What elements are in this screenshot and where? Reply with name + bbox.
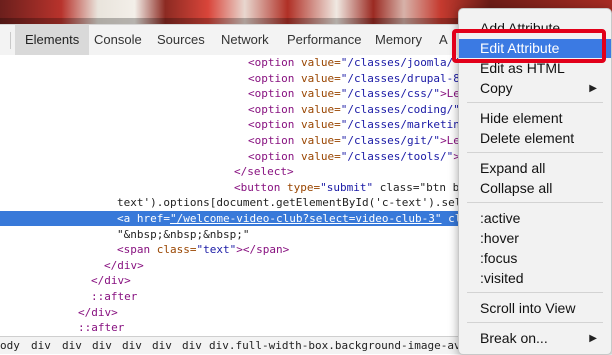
breadcrumb-item[interactable]: ody [0,337,20,354]
code-txt: >Le [440,134,460,147]
code-tag: <span [117,243,151,256]
code-txt: "&nbsp;&nbsp;&nbsp;" [117,228,250,241]
code-tag: <option [248,56,295,69]
menu-item-label: Collapse all [480,180,553,196]
menu-item-expand-all[interactable]: Expand all [459,159,611,178]
code-tag: ::after [91,290,138,303]
code-tag: <option [248,134,295,147]
code-tag: <option [248,72,295,85]
code-tag: </div> [78,306,118,319]
code-tag: ::after [78,321,125,334]
tab-performance[interactable]: Performance [287,25,361,55]
menu-item-scroll-into-view[interactable]: Scroll into View [459,299,611,318]
menu-item-copy[interactable]: Copy ▶ [459,79,611,98]
code-tag: </div> [104,259,144,272]
code-val: "/classes/css/" [340,87,441,100]
code-attr: value= [294,103,341,116]
menu-item-hide-element[interactable]: Hide element [459,109,611,128]
code-txt: >Le [440,87,460,100]
code-tag: </div> [91,274,131,287]
code-tag: <option [248,150,295,163]
tab-network[interactable]: Network [221,25,269,55]
code-txt: text').options[document.getElementById('… [117,196,462,209]
menu-item-label: Hide element [480,110,563,126]
menu-item-label: Scroll into View [480,300,576,316]
menu-item-collapse-all[interactable]: Collapse all [459,179,611,198]
code-val: "/classes/git/" [340,134,441,147]
code-attr: value= [294,150,341,163]
breadcrumb-item[interactable]: div [31,337,51,354]
code-tag: <option [248,103,295,116]
tab-sources[interactable]: Sources [157,25,205,55]
code-val: "/classes/tools/" [340,150,454,163]
menu-item-focus[interactable]: :focus [459,249,611,268]
code-attr: type= [280,181,321,194]
tab-memory[interactable]: Memory [375,25,422,55]
menu-separator [467,202,603,203]
code-attr: value= [294,87,341,100]
menu-item-visited[interactable]: :visited [459,269,611,288]
menu-item-label: Expand all [480,160,546,176]
breadcrumb-item[interactable]: div [122,337,142,354]
code-val: "text" [196,243,237,256]
menu-item-break-on[interactable]: Break on... ▶ [459,329,611,348]
menu-separator [467,152,603,153]
menu-item-label: :hover [480,230,519,246]
menu-separator [467,102,603,103]
tab-application[interactable]: A [439,25,448,55]
code-val: "/classes/coding/" [340,103,460,116]
tab-separator [10,32,11,49]
code-tag: </select> [234,165,294,178]
code-attr: value= [294,72,341,85]
code-txt: ></span> [236,243,290,256]
code-tag: <option [248,87,295,100]
code-attr: value= [294,118,341,131]
breadcrumb-item[interactable]: div [152,337,172,354]
menu-item-label: Delete element [480,130,575,146]
breadcrumb-item[interactable]: div [62,337,82,354]
code-attr: href= [130,212,170,225]
tab-console[interactable]: Console [94,25,142,55]
code-attr: value= [294,134,341,147]
code-tag: <option [248,118,295,131]
menu-item-hover[interactable]: :hover [459,229,611,248]
menu-item-label: Break on... [480,330,548,346]
code-val: "/classes/joomla/" [340,56,460,69]
menu-item-active[interactable]: :active [459,209,611,228]
submenu-arrow-icon: ▶ [589,333,597,344]
code-val: "submit" [320,181,374,194]
submenu-arrow-icon: ▶ [589,83,597,94]
menu-separator [467,322,603,323]
code-attr: value= [294,56,341,69]
code-val: "/welcome-video-club?select=video-club-3… [170,212,442,225]
menu-item-label: Copy [480,80,513,96]
code-attr: class= [150,243,197,256]
code-tag: <a [117,212,131,225]
code-tag: <button [234,181,281,194]
menu-item-delete-element[interactable]: Delete element [459,129,611,148]
menu-separator [467,292,603,293]
menu-item-label: :focus [480,250,518,266]
edit-attribute-callout-box [452,29,606,63]
breadcrumb-item[interactable]: div [182,337,202,354]
breadcrumb-item[interactable]: div [92,337,112,354]
menu-item-label: :visited [480,270,524,286]
code-val: "/classes/drupal-8/" [340,72,474,85]
tab-elements[interactable]: Elements [15,25,90,55]
menu-item-label: :active [480,210,521,226]
